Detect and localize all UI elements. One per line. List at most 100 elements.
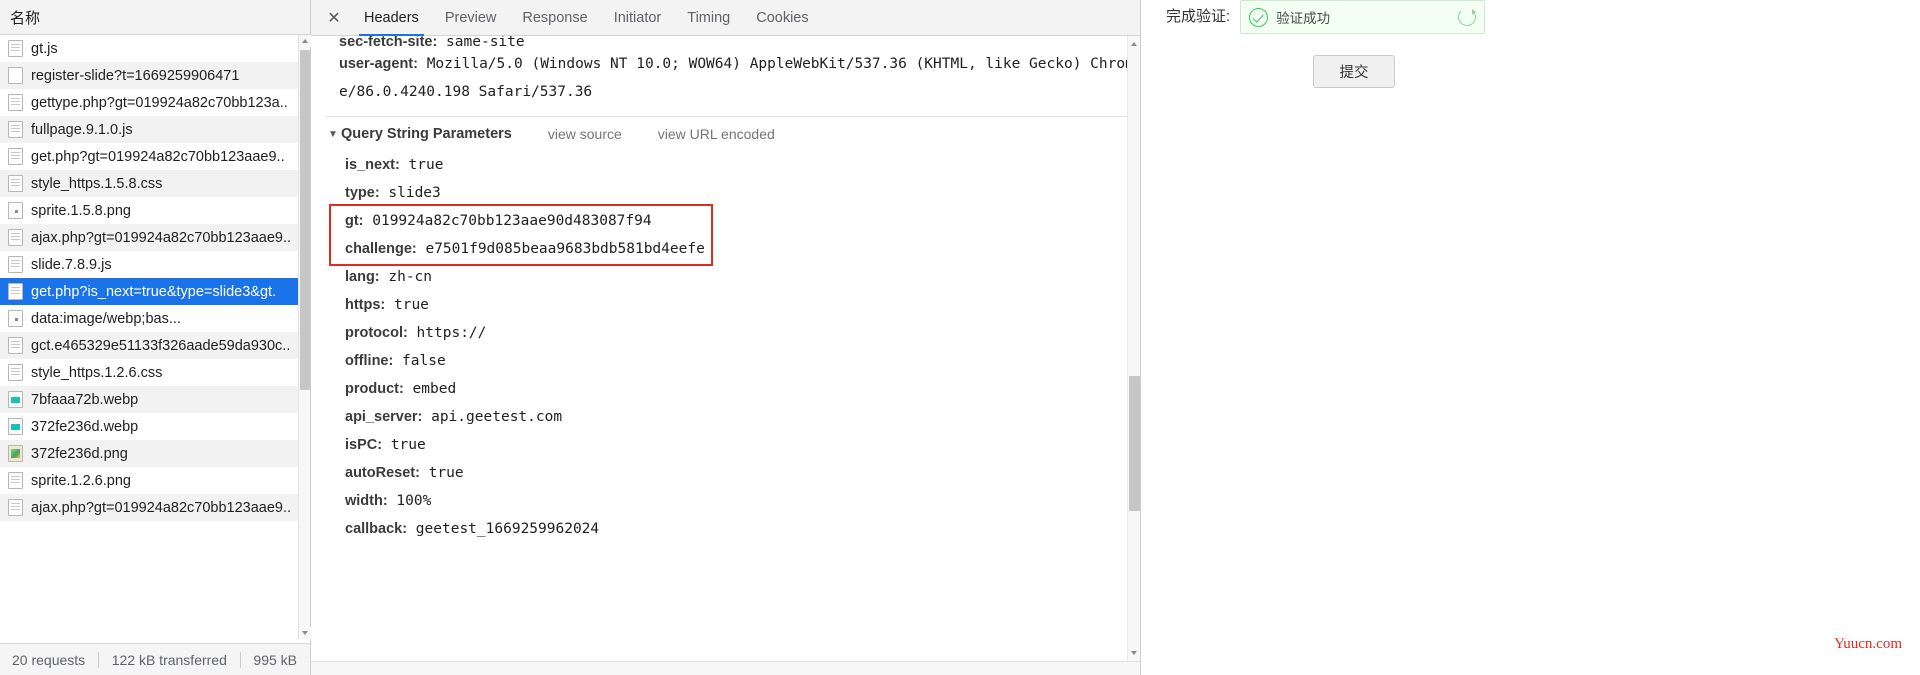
network-request-row[interactable]: 7bfaaa72b.webp xyxy=(0,386,310,413)
chevron-down-icon[interactable]: ▼ xyxy=(325,129,341,140)
scrollbar-thumb[interactable] xyxy=(300,50,310,390)
request-name: 372fe236d.png xyxy=(31,445,128,462)
tab-cookies[interactable]: Cookies xyxy=(743,0,821,35)
query-parameter-row: is_next: true xyxy=(325,151,1127,179)
submit-button[interactable]: 提交 xyxy=(1313,55,1395,88)
query-string-section-header[interactable]: ▼ Query String Parameters view source vi… xyxy=(325,117,1127,151)
parameter-key: offline: xyxy=(345,353,394,369)
query-parameter-row: lang: zh-cn xyxy=(325,263,1127,291)
parameter-value: 019924a82c70bb123aae90d483087f94 xyxy=(363,213,652,229)
tab-initiator[interactable]: Initiator xyxy=(601,0,675,35)
request-name: style_https.1.5.8.css xyxy=(31,175,163,192)
query-parameter-row: offline: false xyxy=(325,347,1127,375)
web-page-area: 完成验证: 验证成功 提交 Yuucn.com xyxy=(1141,0,1920,675)
network-status-bar: 20 requests 122 kB transferred 995 kB xyxy=(0,643,310,675)
query-parameter-row: callback: geetest_1669259962024 xyxy=(325,515,1127,543)
network-list-scrollbar[interactable] xyxy=(298,35,311,639)
request-name: style_https.1.2.6.css xyxy=(31,364,163,381)
network-request-row[interactable]: ajax.php?gt=019924a82c70bb123aae9.. xyxy=(0,224,310,251)
header-row-continuation: e/86.0.4240.198 Safari/537.36 xyxy=(325,78,1127,106)
tab-response[interactable]: Response xyxy=(509,0,600,35)
headers-scrollbar[interactable] xyxy=(1127,36,1140,661)
parameter-key: type: xyxy=(345,185,380,201)
request-name: register-slide?t=1669259906471 xyxy=(31,67,240,84)
tab-timing[interactable]: Timing xyxy=(674,0,743,35)
document-icon xyxy=(8,472,23,489)
scroll-up-arrow-icon[interactable] xyxy=(1128,38,1140,50)
network-request-row[interactable]: 372fe236d.png xyxy=(0,440,310,467)
parameter-key: width: xyxy=(345,493,388,509)
parameter-value: true xyxy=(419,465,464,481)
parameter-key: product: xyxy=(345,381,404,397)
parameter-value: zh-cn xyxy=(379,269,433,285)
detail-tab-bar: ✕ Headers Preview Response Initiator Timing C… xyxy=(311,0,1140,36)
network-request-row[interactable]: gct.e465329e51133f326aade59da930c.. xyxy=(0,332,310,359)
request-headers-block: sec-fetch-site: same-site user-agent: Mo… xyxy=(325,36,1127,117)
document-icon xyxy=(8,121,23,138)
query-parameter-row: protocol: https:// xyxy=(325,319,1127,347)
header-key: user-agent: xyxy=(339,56,418,72)
network-request-list[interactable]: gt.js register-slide?t=1669259906471 getty… xyxy=(0,35,310,643)
network-request-row[interactable]: style_https.1.2.6.css xyxy=(0,359,310,386)
query-parameter-row: autoReset: true xyxy=(325,459,1127,487)
network-request-row[interactable]: slide.7.8.9.js xyxy=(0,251,310,278)
scroll-up-arrow-icon[interactable] xyxy=(299,35,311,47)
network-request-row[interactable]: register-slide?t=1669259906471 xyxy=(0,62,310,89)
dot-document-icon xyxy=(8,202,23,219)
parameter-key: challenge: xyxy=(345,241,417,257)
parameter-key: lang: xyxy=(345,269,380,285)
scroll-down-arrow-icon[interactable] xyxy=(299,627,311,639)
network-request-row[interactable]: gt.js xyxy=(0,35,310,62)
network-column-header[interactable]: 名称 xyxy=(0,0,310,35)
request-name: data:image/webp;bas... xyxy=(31,310,181,327)
document-icon xyxy=(8,337,23,354)
tab-headers[interactable]: Headers xyxy=(351,0,432,36)
view-url-encoded-link[interactable]: view URL encoded xyxy=(658,126,775,142)
status-requests-count: 20 requests xyxy=(12,651,86,668)
document-icon xyxy=(8,364,23,381)
status-resources: 995 kB xyxy=(253,651,297,668)
verification-row: 完成验证: 验证成功 xyxy=(1166,0,1486,34)
scrollbar-thumb[interactable] xyxy=(1129,376,1140,511)
request-name: get.php?gt=019924a82c70bb123aae9.. xyxy=(31,148,285,165)
network-request-row[interactable]: get.php?is_next=true&type=slide3&gt. xyxy=(0,278,310,305)
query-parameter-row: width: 100% xyxy=(325,487,1127,515)
request-name: gt.js xyxy=(31,40,58,57)
parameter-value: false xyxy=(393,353,446,369)
network-request-row[interactable]: sprite.1.2.6.png xyxy=(0,467,310,494)
headers-scroll-view[interactable]: sec-fetch-site: same-site user-agent: Mo… xyxy=(311,36,1127,661)
network-request-row[interactable]: style_https.1.5.8.css xyxy=(0,170,310,197)
request-name: sprite.1.2.6.png xyxy=(31,472,131,489)
close-icon[interactable]: ✕ xyxy=(317,0,351,35)
tab-preview[interactable]: Preview xyxy=(432,0,510,35)
refresh-icon[interactable] xyxy=(1458,8,1477,26)
header-key: sec-fetch-site: xyxy=(339,36,438,50)
png-image-icon xyxy=(8,445,23,462)
document-icon xyxy=(8,94,23,111)
network-request-row[interactable]: sprite.1.5.8.png xyxy=(0,197,310,224)
parameter-key: protocol: xyxy=(345,325,408,341)
query-parameter-row: gt: 019924a82c70bb123aae90d483087f94 xyxy=(325,207,1127,235)
column-header-name: 名称 xyxy=(10,9,41,27)
scroll-down-arrow-icon[interactable] xyxy=(1128,647,1140,659)
view-source-link[interactable]: view source xyxy=(548,126,622,142)
parameter-key: api_server: xyxy=(345,409,423,425)
network-request-row[interactable]: data:image/webp;bas... xyxy=(0,305,310,332)
network-request-row[interactable]: 372fe236d.webp xyxy=(0,413,310,440)
parameter-key: autoReset: xyxy=(345,465,420,481)
network-request-row[interactable]: gettype.php?gt=019924a82c70bb123a.. xyxy=(0,89,310,116)
request-detail-pane: ✕ Headers Preview Response Initiator Timing C… xyxy=(311,0,1140,675)
network-request-row[interactable]: ajax.php?gt=019924a82c70bb123aae9.. xyxy=(0,494,310,521)
network-request-row[interactable]: fullpage.9.1.0.js xyxy=(0,116,310,143)
webp-image-icon xyxy=(8,391,23,408)
parameter-key: isPC: xyxy=(345,437,383,453)
document-icon xyxy=(8,148,23,165)
webp-image-icon xyxy=(8,418,23,435)
parameter-value: api.geetest.com xyxy=(422,409,563,425)
network-request-panel: 名称 gt.js register-slide?t=1669259906471 ge… xyxy=(0,0,311,675)
request-name: sprite.1.5.8.png xyxy=(31,202,131,219)
captcha-success-box[interactable]: 验证成功 xyxy=(1240,0,1486,34)
document-icon xyxy=(8,229,23,246)
request-name: ajax.php?gt=019924a82c70bb123aae9.. xyxy=(31,499,292,516)
network-request-row[interactable]: get.php?gt=019924a82c70bb123aae9.. xyxy=(0,143,310,170)
